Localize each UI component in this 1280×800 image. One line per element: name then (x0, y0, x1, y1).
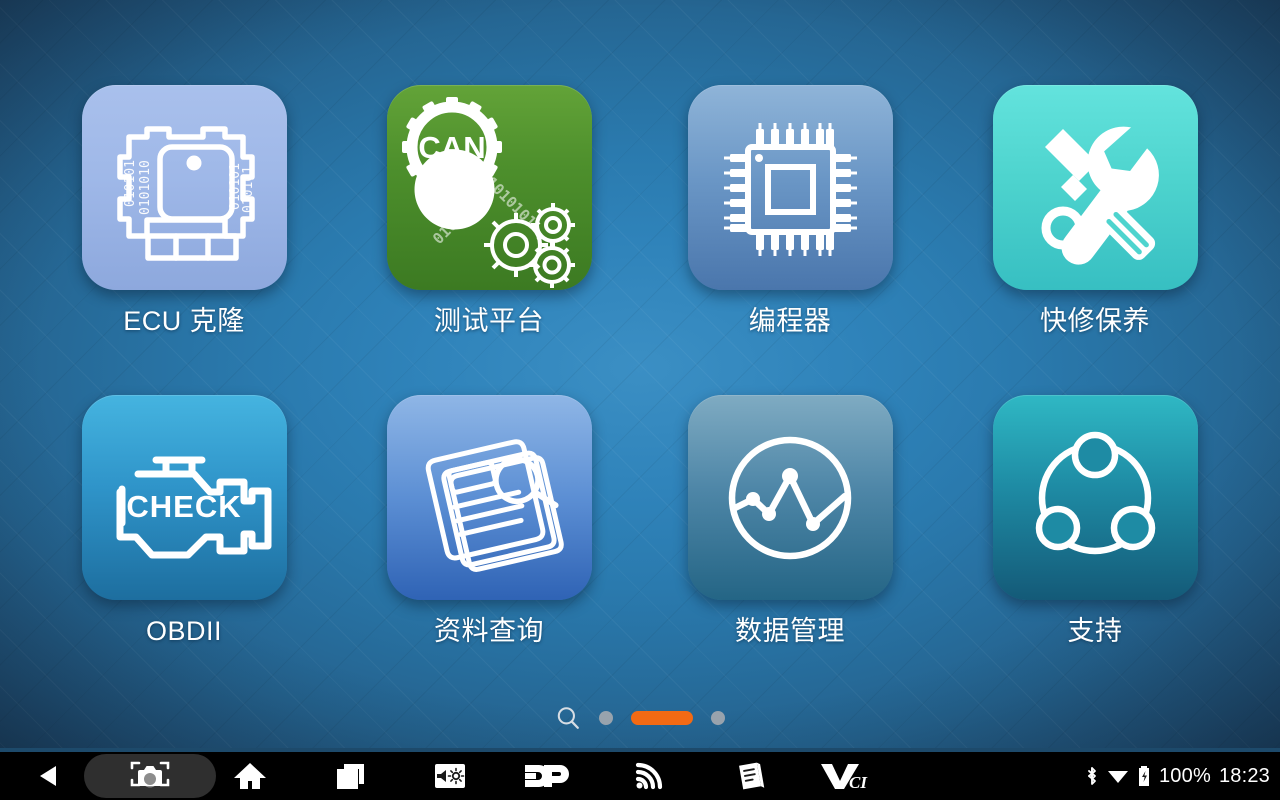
ecu-binary-left: 010101 (123, 160, 138, 207)
support-tile-surface[interactable] (992, 395, 1198, 600)
search-icon[interactable] (555, 705, 581, 731)
can-gear-icon: 010101010 01010101 (401, 97, 575, 288)
page-dot-3[interactable] (711, 711, 725, 725)
home-icon (234, 763, 266, 789)
document-search-icon (425, 439, 564, 572)
battery-percent-label: 100% (1158, 764, 1211, 787)
obd-check-label: CHECK (126, 489, 241, 524)
nav-screenshot-button[interactable] (114, 752, 186, 800)
bluetooth-icon (1088, 767, 1096, 785)
ecu-module-icon: 010101 0101010 010101 010101 (116, 126, 256, 261)
app-label-ecu-clone: ECU 克隆 (123, 306, 245, 336)
nav-volume-brightness-button[interactable] (415, 752, 485, 800)
manual-book-icon (739, 762, 765, 790)
quick-service-tile-surface[interactable] (992, 85, 1198, 290)
app-tile-data-manage[interactable]: 数据管理 (667, 395, 913, 647)
home-screen-wallpaper: 010101 0101010 010101 010101 ECU 克隆 0101… (0, 0, 1280, 800)
screenshot-camera-icon (130, 761, 170, 788)
app-tile-quick-service[interactable]: 快修保养 (972, 85, 1218, 337)
app-label-quick-service: 快修保养 (1040, 306, 1150, 336)
app-tile-test-bench[interactable]: 010101010 01010101 (366, 85, 612, 337)
cpu-chip-icon (723, 123, 857, 256)
app-label-data-lookup: 资料查询 (434, 616, 544, 646)
nav-vci-button[interactable]: CI (810, 752, 890, 800)
nav-manual-button[interactable] (715, 752, 785, 800)
app-grid: 010101 0101010 010101 010101 ECU 克隆 0101… (0, 0, 1280, 748)
app-tile-programmer[interactable]: 编程器 (667, 85, 913, 337)
wrench-screwdriver-icon (1041, 126, 1159, 265)
can-label: CAN (418, 130, 485, 165)
app-label-test-bench: 测试平台 (434, 306, 544, 336)
cpu-pins (723, 123, 857, 256)
ecu-clone-tile-surface[interactable]: 010101 0101010 010101 010101 (81, 85, 287, 290)
nav-dp-button[interactable] (515, 752, 585, 800)
app-tile-ecu-clone[interactable]: 010101 0101010 010101 010101 ECU 克隆 (61, 85, 307, 337)
volume-brightness-icon (435, 764, 465, 788)
app-tile-obdii[interactable]: CHECK OBDII (61, 395, 307, 647)
app-label-programmer: 编程器 (748, 306, 832, 336)
android-navigation-bar: CI 100% 18:23 (0, 752, 1280, 800)
status-tray: 100% 18:23 (1085, 752, 1270, 800)
app-tile-support[interactable]: 支持 (972, 395, 1218, 647)
vci-label-ci: CI (849, 773, 868, 791)
share-network-icon (1035, 431, 1155, 555)
page-dot-1[interactable] (599, 711, 613, 725)
programmer-tile-surface[interactable] (687, 85, 893, 290)
recents-square-icon (337, 764, 364, 789)
data-lookup-tile-surface[interactable] (386, 395, 592, 600)
data-manage-tile-surface[interactable] (687, 395, 893, 600)
check-engine-icon: CHECK (116, 456, 271, 559)
app-label-obdii: OBDII (145, 616, 222, 646)
page-dot-2-active[interactable] (631, 711, 693, 725)
data-graph-icon (728, 436, 851, 560)
nav-back-button[interactable] (14, 752, 84, 800)
nav-home-button[interactable] (215, 752, 285, 800)
app-tile-data-lookup[interactable]: 资料查询 (366, 395, 612, 647)
vci-logo-icon: CI (821, 764, 868, 791)
test-bench-tile-surface[interactable]: 010101010 01010101 (386, 85, 592, 290)
wifi-signal-icon (635, 762, 663, 790)
nav-recents-button[interactable] (315, 752, 385, 800)
app-label-data-manage: 数据管理 (735, 616, 845, 646)
wifi-icon (1107, 771, 1128, 783)
obdii-tile-surface[interactable]: CHECK (81, 395, 287, 600)
clock-label: 18:23 (1218, 764, 1270, 787)
nav-wireless-button[interactable] (615, 752, 685, 800)
dp-logo-icon (525, 765, 569, 787)
app-label-support: 支持 (1067, 616, 1123, 646)
battery-charging-icon (1138, 766, 1149, 786)
ecu-binary-left2: 0101010 (138, 160, 153, 215)
page-indicator-bar (0, 700, 1280, 736)
ecu-binary-right2: 010101 (241, 166, 256, 213)
back-triangle-icon (40, 766, 56, 786)
